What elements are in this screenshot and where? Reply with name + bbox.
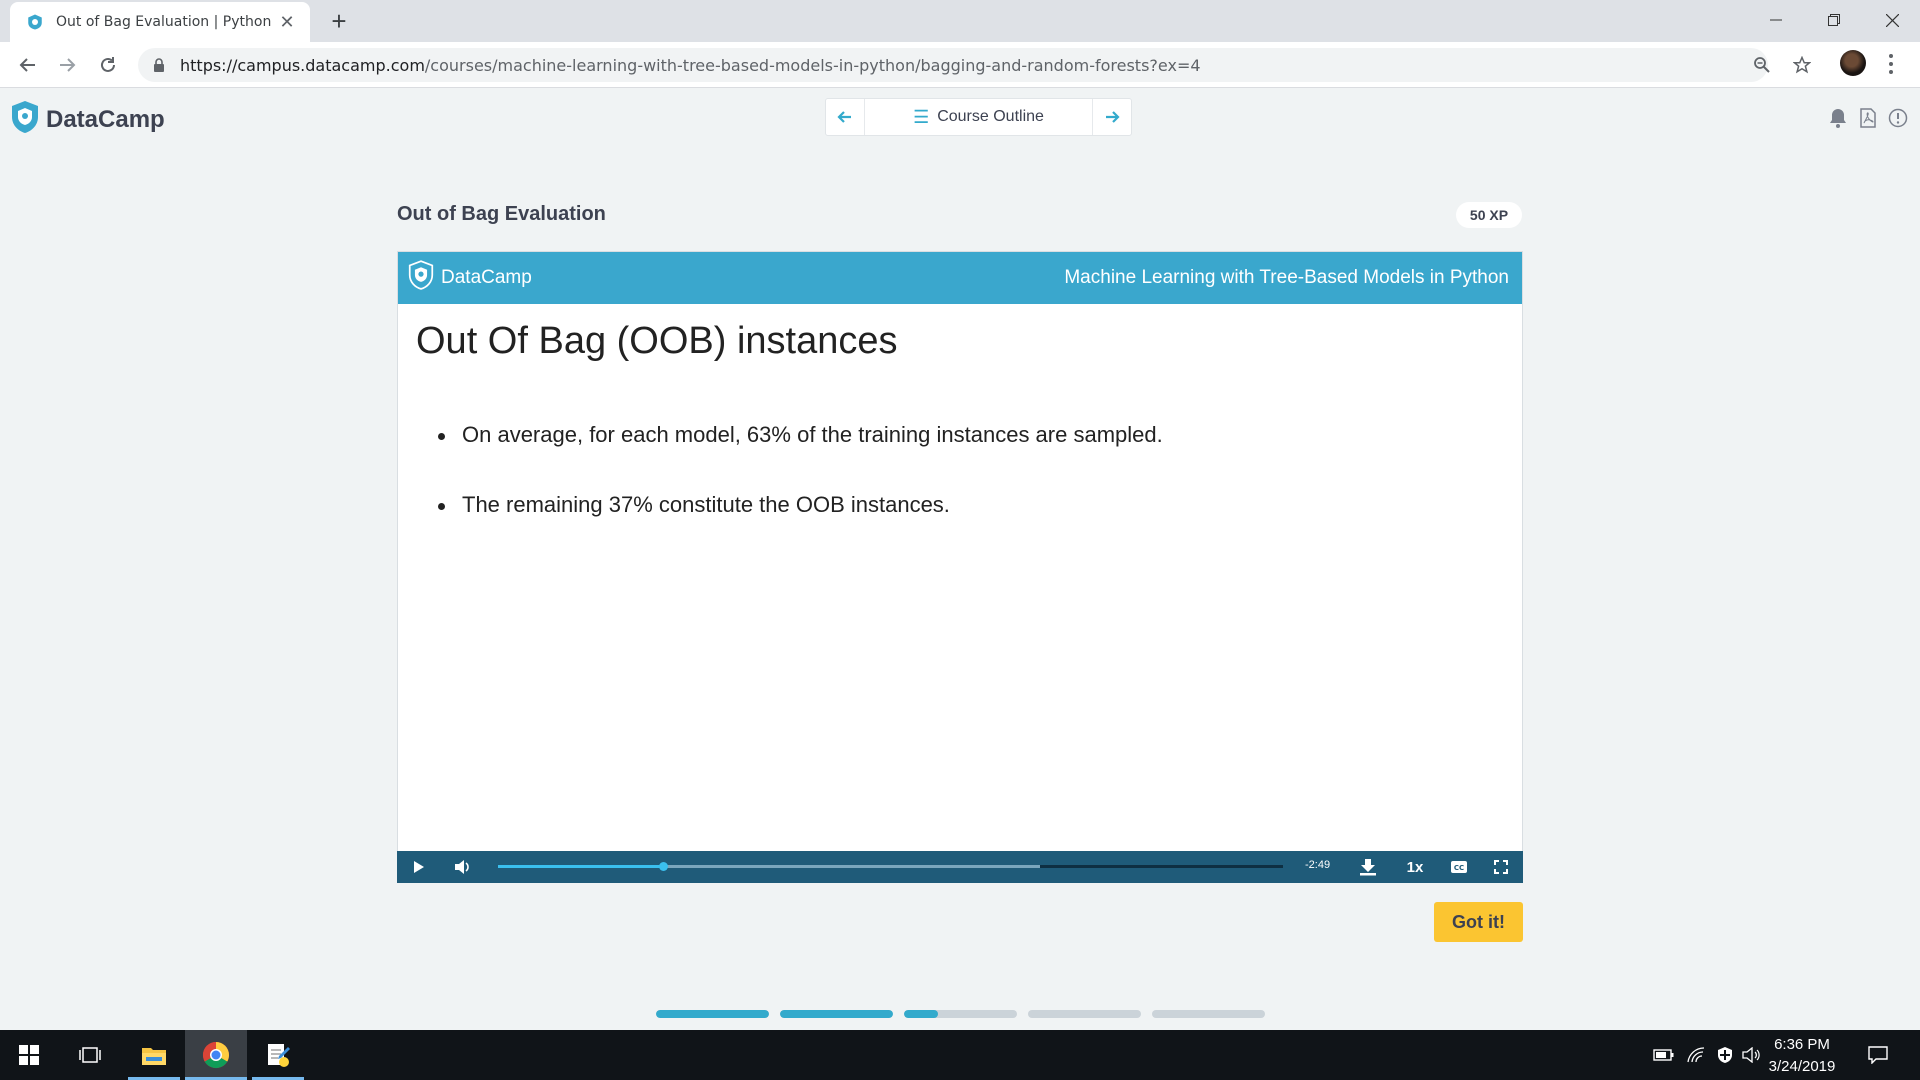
speaker-icon[interactable] (1740, 1043, 1764, 1067)
got-it-button[interactable]: Got it! (1434, 902, 1523, 942)
download-icon[interactable] (1352, 851, 1384, 883)
clock-date: 3/24/2019 (1768, 1058, 1836, 1075)
closed-captions-icon[interactable]: CC (1443, 851, 1475, 883)
datacamp-favicon-icon (26, 13, 44, 31)
course-outline-button[interactable]: ☰ Course Outline (864, 99, 1093, 135)
url-text: https://campus.datacamp.com/courses/mach… (180, 55, 1201, 75)
video-player-controls: -2:49 1x CC (397, 851, 1523, 883)
play-icon[interactable] (403, 851, 435, 883)
svg-text:CC: CC (1454, 864, 1464, 872)
lesson-progress-segment (1152, 1010, 1265, 1018)
lesson-progress-segment (1028, 1010, 1141, 1018)
new-tab-button[interactable]: + (324, 6, 354, 36)
slide-brand-text: DataCamp (441, 267, 532, 288)
profile-avatar[interactable] (1840, 50, 1866, 76)
back-arrow-icon[interactable] (14, 51, 42, 79)
minimize-window-icon[interactable] (1748, 0, 1804, 40)
xp-badge: 50 XP (1456, 202, 1522, 228)
previous-exercise-arrow-icon[interactable] (826, 99, 864, 135)
course-outline-nav: ☰ Course Outline (825, 98, 1132, 136)
battery-icon[interactable] (1652, 1043, 1676, 1067)
browser-tabstrip: Out of Bag Evaluation | Python ✕ + (0, 0, 1920, 42)
volume-icon[interactable] (447, 851, 479, 883)
slide-title: Out Of Bag (OOB) instances (416, 320, 898, 362)
lesson-progress-fill (780, 1010, 893, 1018)
datacamp-logo[interactable]: DataCamp (10, 100, 165, 139)
lesson-progress-fill (656, 1010, 769, 1018)
lesson-progress-segment (780, 1010, 893, 1018)
fullscreen-icon[interactable] (1485, 851, 1517, 883)
slide-header: DataCamp Machine Learning with Tree-Base… (398, 252, 1522, 304)
played-bar (498, 865, 663, 868)
logo-text: DataCamp (46, 105, 165, 133)
bookmark-star-icon[interactable] (1788, 51, 1816, 79)
playback-speed-button[interactable]: 1x (1397, 851, 1433, 883)
slide-bullets: On average, for each model, 63% of the t… (436, 422, 1163, 562)
security-shield-icon[interactable] (1713, 1043, 1737, 1067)
notepad-python-icon[interactable] (252, 1030, 304, 1080)
hamburger-icon: ☰ (913, 106, 930, 127)
datacamp-logo-icon (10, 100, 40, 139)
lesson-progress-fill (904, 1010, 938, 1018)
restore-window-icon[interactable] (1806, 0, 1862, 40)
browser-toolbar: https://campus.datacamp.com/courses/mach… (0, 42, 1920, 88)
system-clock[interactable]: 6:36 PM 3/24/2019 (1762, 1034, 1842, 1078)
lesson-progress-segment (656, 1010, 769, 1018)
video-slide[interactable]: DataCamp Machine Learning with Tree-Base… (397, 251, 1523, 852)
exercise-title: Out of Bag Evaluation (397, 203, 606, 225)
action-center-icon[interactable] (1866, 1043, 1890, 1067)
windows-start-icon[interactable] (0, 1030, 58, 1080)
lock-icon (152, 58, 166, 72)
list-item: The remaining 37% constitute the OOB ins… (436, 492, 1163, 518)
lesson-progress-segment (904, 1010, 1017, 1018)
chrome-taskbar-icon[interactable] (185, 1030, 247, 1080)
zoom-icon[interactable] (1748, 51, 1776, 79)
tab-close-icon[interactable]: ✕ (276, 12, 298, 33)
file-explorer-icon[interactable] (128, 1030, 180, 1080)
clock-time: 6:36 PM (1774, 1036, 1830, 1053)
forward-arrow-icon[interactable] (53, 51, 81, 79)
task-view-icon[interactable] (70, 1030, 110, 1080)
datacamp-shield-icon (408, 260, 434, 296)
slide-brand: DataCamp (408, 260, 532, 296)
report-issue-icon[interactable] (1886, 106, 1910, 130)
browser-menu-icon[interactable] (1882, 52, 1900, 76)
slide-course-name: Machine Learning with Tree-Based Models … (1064, 267, 1509, 288)
course-outline-label: Course Outline (937, 108, 1044, 125)
next-exercise-arrow-icon[interactable] (1093, 99, 1131, 135)
seek-bar[interactable] (498, 862, 1283, 871)
close-window-icon[interactable] (1864, 0, 1920, 40)
tab-title: Out of Bag Evaluation | Python (56, 14, 272, 30)
wifi-icon[interactable] (1684, 1043, 1708, 1067)
bell-notifications-icon[interactable] (1826, 106, 1850, 130)
browser-tab[interactable]: Out of Bag Evaluation | Python ✕ (10, 2, 310, 42)
address-bar[interactable]: https://campus.datacamp.com/courses/mach… (138, 48, 1768, 82)
windows-taskbar (0, 1030, 1920, 1080)
time-remaining: -2:49 (1305, 859, 1331, 871)
lesson-progress (656, 1010, 1276, 1018)
reload-icon[interactable] (94, 51, 122, 79)
list-item: On average, for each model, 63% of the t… (436, 422, 1163, 448)
slides-pdf-icon[interactable] (1856, 106, 1880, 130)
seek-handle[interactable] (658, 862, 668, 871)
